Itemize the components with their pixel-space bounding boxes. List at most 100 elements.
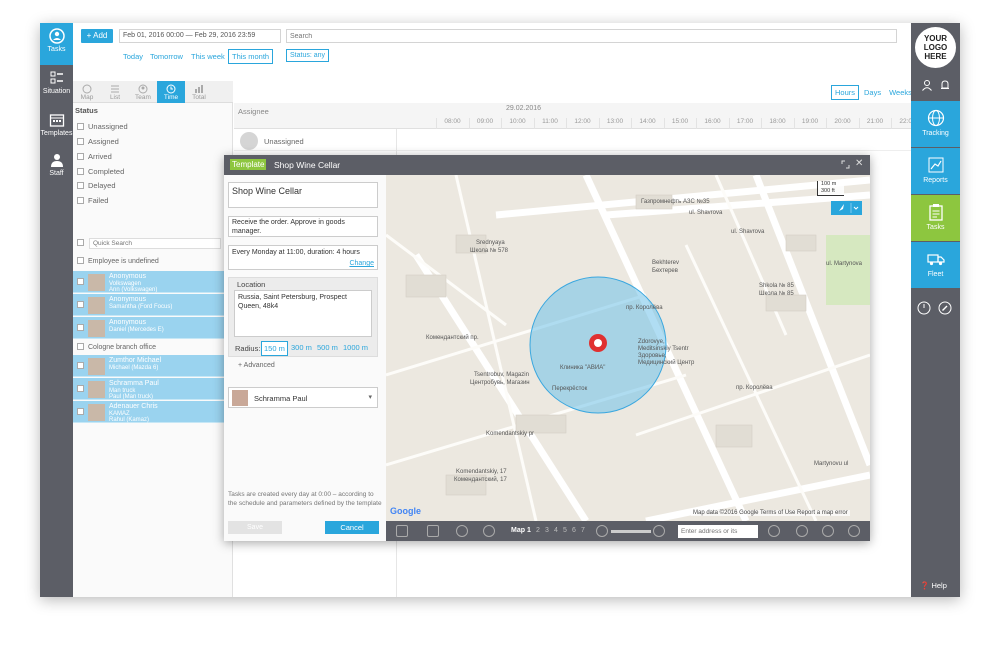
bell-icon[interactable] <box>939 79 951 91</box>
task-description-field[interactable]: Receive the order. Approve in goods mana… <box>228 216 378 237</box>
radius-500[interactable]: 500 m <box>315 341 340 354</box>
nav-situation[interactable]: Situation <box>40 65 73 107</box>
traffic-light-icon[interactable] <box>427 525 439 537</box>
checkbox[interactable] <box>77 123 84 130</box>
status-completed[interactable]: Completed <box>77 167 124 176</box>
checkbox[interactable] <box>77 385 84 392</box>
zoom-slider[interactable] <box>611 530 651 533</box>
checkbox[interactable] <box>77 343 84 350</box>
select-all-checkbox[interactable] <box>77 239 84 246</box>
geofence-icon[interactable] <box>796 525 808 537</box>
advanced-label: Advanced <box>243 362 275 369</box>
map-tab-1[interactable]: Map 1 <box>511 527 531 534</box>
location-address-field[interactable]: Russia, Saint Petersburg, Prospect Queen… <box>234 290 372 337</box>
tab-total[interactable]: Total <box>185 81 213 103</box>
address-search-input[interactable] <box>678 525 758 538</box>
share-icon[interactable] <box>456 525 468 537</box>
close-icon[interactable]: ✕ <box>855 159 863 169</box>
tab-team[interactable]: Team <box>129 81 157 103</box>
zoom-in-icon[interactable] <box>653 525 665 537</box>
employee-row[interactable]: Schramma Paul Man truck Paul (Man truck) <box>73 378 233 400</box>
map-attribution[interactable]: Map data ©2016 Google Terms of Use Repor… <box>691 510 850 516</box>
add-task-button[interactable]: + Add <box>81 29 113 43</box>
filter-this-month[interactable]: This month <box>228 49 274 64</box>
status-assigned[interactable]: Assigned <box>77 137 119 146</box>
status-unassigned[interactable]: Unassigned <box>77 122 128 131</box>
nav-tracking[interactable]: Tracking <box>911 101 960 147</box>
employee-row[interactable]: Adenauer Chris KAMAZ Rahul (Kamaz) <box>73 401 233 423</box>
status-filter[interactable]: Status: any <box>286 49 330 62</box>
zoom-out-icon[interactable] <box>596 525 608 537</box>
checkbox[interactable] <box>77 408 84 415</box>
employee-row[interactable]: Anonymous Daniel (Mercedes E) <box>73 317 233 339</box>
task-name-field[interactable]: Shop Wine Cellar <box>228 182 378 208</box>
checkbox[interactable] <box>77 182 84 189</box>
checkbox[interactable] <box>77 138 84 145</box>
user-icon[interactable] <box>921 79 933 91</box>
logout-icon[interactable] <box>917 301 931 315</box>
save-button[interactable]: Save <box>228 521 282 534</box>
nav-reports[interactable]: Reports <box>911 148 960 194</box>
checkbox[interactable] <box>77 197 84 204</box>
quick-search-input[interactable] <box>89 238 221 249</box>
map-tab-6[interactable]: 6 <box>572 527 576 534</box>
unassigned-row[interactable]: Unassigned <box>234 129 911 151</box>
nav-tasks[interactable]: Tasks <box>40 23 73 65</box>
scale-days[interactable]: Days <box>861 86 884 99</box>
search-input[interactable] <box>286 29 897 43</box>
hour-tick: 09:00 <box>468 118 501 129</box>
checkbox[interactable] <box>77 324 84 331</box>
assignee-select[interactable]: Schramma Paul ▾ <box>228 387 378 408</box>
checkbox[interactable] <box>77 301 84 308</box>
nav-staff[interactable]: Staff <box>40 147 73 189</box>
checkbox[interactable] <box>77 168 84 175</box>
map-tab-4[interactable]: 4 <box>554 527 558 534</box>
tab-time[interactable]: Time <box>157 81 185 103</box>
cancel-button[interactable]: Cancel <box>325 521 379 534</box>
map-tab-3[interactable]: 3 <box>545 527 549 534</box>
tab-map[interactable]: Map <box>73 81 101 103</box>
scale-hours[interactable]: Hours <box>831 85 860 100</box>
layers-off-icon[interactable] <box>768 525 780 537</box>
nav-templates[interactable]: Templates <box>40 107 73 149</box>
ruler-icon[interactable] <box>396 525 408 537</box>
status-delayed[interactable]: Delayed <box>77 181 116 190</box>
advanced-toggle[interactable]: + Advanced <box>238 362 275 369</box>
map-label: Газпромнефть АЗС №35 <box>641 199 710 205</box>
list-icon <box>111 85 119 93</box>
date-range-field[interactable]: Feb 01, 2016 00:00 — Feb 29, 2016 23:59 <box>119 29 281 43</box>
map-view[interactable]: Газпромнефть АЗС №35 ul. Shavrova ul. Sh… <box>386 175 870 521</box>
change-schedule-link[interactable]: Change <box>349 260 374 267</box>
radius-150[interactable]: 150 m <box>261 341 288 356</box>
group-cologne[interactable]: Cologne branch office <box>77 343 156 351</box>
expand-icon[interactable] <box>841 160 850 169</box>
nav-tasks-module[interactable]: Tasks <box>911 195 960 241</box>
status-arrived[interactable]: Arrived <box>77 152 112 161</box>
employee-vehicle: Daniel (Mercedes E) <box>109 327 164 333</box>
location-pin-icon[interactable] <box>483 525 495 537</box>
locate-button[interactable] <box>831 201 862 215</box>
map-tab-7[interactable]: 7 <box>581 527 585 534</box>
map-tab-2[interactable]: 2 <box>536 527 540 534</box>
employee-row[interactable]: Zumthor Michael Michael (Mazda 6) <box>73 355 233 377</box>
checkbox[interactable] <box>77 257 84 264</box>
map-tab-5[interactable]: 5 <box>563 527 567 534</box>
employee-row[interactable]: Anonymous Volkswagen Ann (Volkswagen) <box>73 271 233 293</box>
group-employee-undefined[interactable]: Employee is undefined <box>77 257 159 265</box>
filter-this-week[interactable]: This week <box>191 52 225 61</box>
checkbox[interactable] <box>77 278 84 285</box>
nav-fleet[interactable]: Fleet <box>911 242 960 288</box>
tab-list[interactable]: List <box>101 81 129 103</box>
filter-today[interactable]: Today <box>123 52 143 61</box>
employee-row[interactable]: Anonymous Samantha (Ford Focus) <box>73 294 233 316</box>
radius-300[interactable]: 300 m <box>289 341 314 354</box>
radius-1000[interactable]: 1000 m <box>341 341 370 354</box>
checkbox[interactable] <box>77 362 84 369</box>
help-link[interactable]: ❓ Help <box>920 581 947 590</box>
globe-icon[interactable] <box>848 525 860 537</box>
layers-icon[interactable] <box>822 525 834 537</box>
filter-tomorrow[interactable]: Tomorrow <box>150 52 183 61</box>
settings-icon[interactable] <box>938 301 952 315</box>
status-failed[interactable]: Failed <box>77 196 108 205</box>
checkbox[interactable] <box>77 153 84 160</box>
